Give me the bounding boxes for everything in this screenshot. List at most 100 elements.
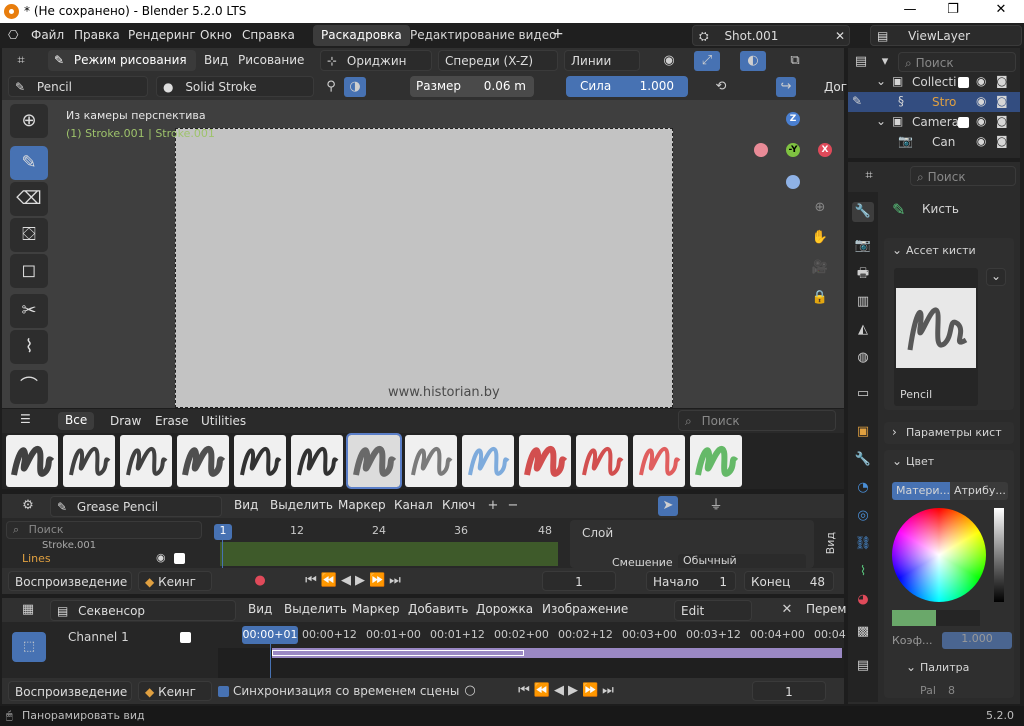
asset-tab-erase[interactable]: Erase — [155, 414, 189, 428]
axis-neg-z[interactable] — [786, 175, 800, 189]
palette-name[interactable]: Pal — [920, 684, 936, 697]
add-workspace-icon[interactable]: + — [552, 26, 564, 42]
color-swatch-current[interactable] — [892, 610, 936, 626]
outliner-editor-icon[interactable]: ▤ — [850, 52, 872, 72]
factor-field[interactable]: 1.000 — [942, 632, 1012, 649]
navigation-gizmo[interactable]: Z -Y X — [754, 112, 834, 192]
camera-icon[interactable]: ◙ — [996, 94, 1008, 108]
tab-video-editing[interactable]: Редактирование видео — [402, 25, 564, 46]
brush-ink-rough[interactable] — [63, 435, 115, 487]
brush-pencil[interactable] — [346, 433, 402, 489]
sequencer-editor-icon[interactable]: ▦ — [16, 600, 40, 620]
editor-type-icon[interactable]: ⌗ — [8, 51, 34, 71]
seq-menu-image[interactable]: Изображение — [542, 602, 628, 616]
brush-eraser-stroke[interactable] — [519, 435, 571, 487]
properties-search[interactable]: ⌕ Поиск — [910, 166, 1016, 186]
draw-tool-icon[interactable]: ✎ — [10, 146, 48, 180]
brush-fill[interactable] — [690, 435, 742, 487]
properties-editor-icon[interactable]: ⌗ — [852, 166, 886, 186]
world-tab-icon[interactable]: ◍ — [852, 348, 874, 368]
cursor-tool-icon[interactable]: ⊕ — [10, 104, 48, 138]
viewport-menu-view[interactable]: Вид — [204, 53, 228, 67]
expand-icon[interactable]: ⌄ — [876, 114, 886, 128]
dopesheet-editor-icon[interactable]: ⚙ — [16, 496, 40, 516]
seq-menu-select[interactable]: Выделить — [284, 602, 347, 616]
asset-tab-utilities[interactable]: Utilities — [201, 414, 246, 428]
sync-checkbox[interactable] — [218, 684, 229, 698]
outliner-row-collection[interactable]: ⌄ ▣ Collecti ◉ ◙ — [848, 72, 1020, 92]
sequencer-mode-dropdown[interactable]: ▤ Секвенсор — [50, 600, 236, 621]
channel-lines[interactable]: Lines — [22, 552, 51, 565]
asset-search[interactable]: ⌕ Поиск — [678, 410, 836, 431]
3d-viewport[interactable]: Из камеры перспектива (1) Stroke.001 | S… — [2, 100, 844, 408]
effects-tab-icon[interactable]: ◔ — [852, 478, 874, 498]
viewlayer-selector[interactable]: ▤ ViewLayer — [870, 25, 1022, 46]
seq-menu-marker[interactable]: Маркер — [352, 602, 400, 616]
tab-attribute[interactable]: Атрибу... — [950, 482, 1008, 500]
outliner-row-camera-object[interactable]: 📷 Can ◉ ◙ — [848, 132, 1020, 152]
output-tab-icon[interactable]: 🖶 — [852, 264, 874, 284]
object-tab-icon[interactable]: ▣ — [852, 422, 874, 442]
panel-expand-icon[interactable]: ⌄ — [892, 243, 902, 257]
transport-controls[interactable]: ⏮⏪◀▶⏩⏭ — [300, 571, 410, 591]
asset-menu-icon[interactable]: ☰ — [20, 412, 31, 426]
render-tab-icon[interactable]: 📷 — [852, 236, 874, 256]
record-icon[interactable]: ● — [250, 571, 270, 591]
scene-selector[interactable]: ⛭ Shot.001 ✕ — [692, 25, 850, 46]
pan-icon[interactable]: ✋ — [808, 228, 832, 248]
close-icon[interactable]: ✕ — [986, 2, 1016, 20]
asset-tab-all[interactable]: Все — [58, 412, 95, 430]
asset-tab-draw[interactable]: Draw — [110, 414, 141, 428]
eye-icon[interactable]: ◉ — [976, 134, 986, 148]
eye-icon[interactable]: ◉ — [976, 114, 986, 128]
physics-tab-icon[interactable]: ◎ — [852, 506, 874, 526]
outliner-row-camera[interactable]: ⌄ ▣ Camera ◉ ◙ — [848, 112, 1020, 132]
brush-airbrush[interactable] — [177, 435, 229, 487]
material-tab-icon[interactable]: ◕ — [852, 590, 874, 610]
output-props-icon[interactable]: ▤ — [852, 656, 874, 676]
erase-tool-icon[interactable]: ⌫ — [10, 182, 48, 216]
xray-icon[interactable]: ⧉ — [782, 51, 808, 71]
menu-edit[interactable]: Правка — [74, 28, 120, 42]
brush-pencil-soft[interactable] — [405, 435, 457, 487]
axis-y[interactable]: -Y — [786, 143, 800, 157]
menu-render[interactable]: Рендеринг — [128, 28, 196, 42]
brush-asset-card[interactable]: Pencil — [894, 268, 978, 406]
camera-icon[interactable]: ◙ — [996, 134, 1008, 148]
color-wheel[interactable] — [892, 508, 986, 602]
seq-menu-view[interactable]: Вид — [248, 602, 272, 616]
expand-icon[interactable]: ⌄ — [876, 74, 886, 88]
scene-close-icon[interactable]: ✕ — [835, 29, 845, 43]
mode-dropdown[interactable]: ✎ Режим рисования — [48, 50, 196, 71]
overlay-icon[interactable]: ◐ — [740, 51, 766, 71]
visibility-icon[interactable]: ◉ — [656, 51, 682, 71]
blender-menu-icon[interactable]: ⎔ — [8, 28, 18, 42]
view-layer-tab-icon[interactable]: ▥ — [852, 292, 874, 312]
camera-view-icon[interactable]: 🎥 — [808, 258, 832, 278]
playback-dropdown[interactable]: Воспроизведение — [8, 571, 132, 591]
eye-icon[interactable]: ◉ — [976, 94, 986, 108]
guides-dropdown[interactable]: Линии — [564, 50, 640, 71]
menu-help[interactable]: Справка — [242, 28, 295, 42]
current-frame-field[interactable]: 1 — [542, 571, 616, 591]
camera-checkbox[interactable] — [958, 115, 969, 129]
color-mode-icon[interactable]: ◑ — [344, 77, 366, 97]
seq-frame-field[interactable]: 1 — [752, 681, 826, 701]
camera-icon[interactable]: ◙ — [996, 114, 1008, 128]
asset-dropdown-icon[interactable]: ⌄ — [986, 268, 1006, 286]
brush-selector[interactable]: ✎ Pencil — [8, 76, 148, 97]
close-icon[interactable]: ✕ — [778, 600, 796, 620]
sequencer-area[interactable]: ⬚ Channel 1 00:00+01 00:00+12 00:01+00 00:… — [2, 622, 846, 678]
brush-size-field[interactable]: Размер 0.06 m — [410, 76, 534, 97]
data-tab-icon[interactable]: ⌇ — [852, 562, 874, 582]
camera-icon[interactable]: ◙ — [996, 74, 1008, 88]
menu-file[interactable]: Файл — [31, 28, 64, 42]
lock-icon[interactable]: 🔒 — [808, 288, 832, 308]
stroke-material-selector[interactable]: ● Solid Stroke — [156, 76, 314, 97]
dope-menu-key[interactable]: Ключ — [442, 498, 475, 512]
seq-playback-dropdown[interactable]: Воспроизведение — [8, 681, 132, 701]
eye-icon[interactable]: ◉ — [976, 74, 986, 88]
remove-layer-icon[interactable]: − — [504, 496, 522, 516]
minimize-icon[interactable]: — — [895, 2, 925, 20]
brush-marker-bold[interactable] — [291, 435, 343, 487]
